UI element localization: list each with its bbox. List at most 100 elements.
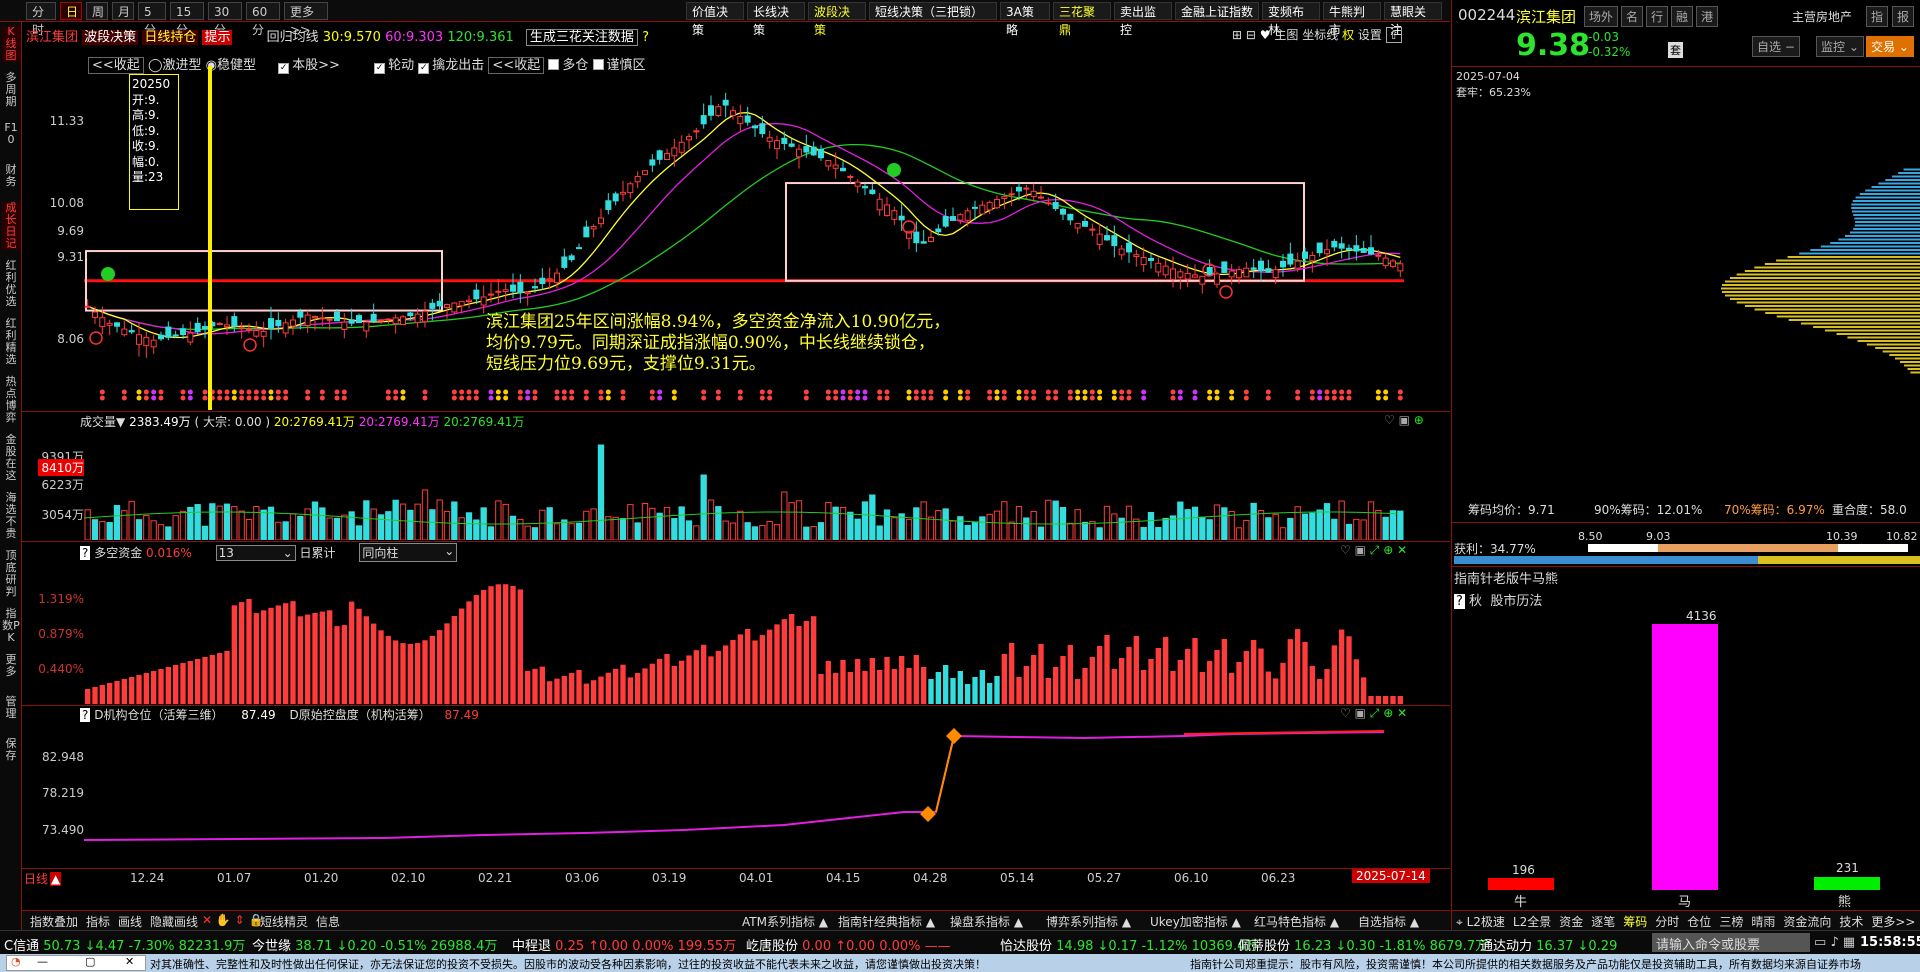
period-tab-2[interactable]: 周 bbox=[86, 2, 108, 20]
heart-icon[interactable]: ♡ bbox=[1340, 543, 1351, 557]
minus-icon[interactable]: ⊟ bbox=[1246, 28, 1256, 42]
generate-button[interactable]: 生成三花关注数据 bbox=[525, 29, 638, 46]
stock-name[interactable]: 滨江集团 bbox=[26, 30, 78, 45]
ticker-item[interactable]: 佩蒂股份 16.23 ↓0.30 -1.81% 8679.7万 bbox=[1238, 935, 1488, 954]
volume-label[interactable]: 成交量▼ bbox=[80, 415, 125, 429]
pin-icon[interactable]: ⌖ bbox=[1456, 915, 1467, 929]
left-nav-item-9[interactable]: 海选不贵 bbox=[2, 492, 20, 540]
bottom-tool-5[interactable]: 信息 bbox=[316, 913, 340, 930]
stock-tab-0[interactable]: 场外 bbox=[1584, 6, 1619, 27]
heart-icon[interactable]: ♡ bbox=[1340, 706, 1351, 720]
indicator-series-4[interactable]: Ukey加密指标 ▲ bbox=[1150, 913, 1241, 930]
btn-report[interactable]: 报 bbox=[1892, 6, 1915, 27]
watchlist-button[interactable]: 自选 − bbox=[1752, 36, 1800, 57]
indicator-series-0[interactable]: ATM系列指标 ▲ bbox=[742, 913, 828, 930]
bottom-tool-3[interactable]: 隐藏画线 bbox=[150, 913, 198, 930]
monitor-icon[interactable]: ▭ bbox=[1814, 935, 1826, 950]
move-icon[interactable]: ⤢ bbox=[1370, 706, 1380, 720]
grid-icon[interactable]: ▦ bbox=[1843, 935, 1855, 950]
heart-icon[interactable]: ♡ bbox=[1384, 413, 1395, 427]
money-chart[interactable] bbox=[84, 560, 1450, 704]
bottom-tool-0[interactable]: 指数叠加 bbox=[30, 913, 78, 930]
right-tab-0[interactable]: L2极速 bbox=[1467, 915, 1505, 929]
left-nav-item-1[interactable]: 多周期 bbox=[2, 72, 20, 108]
left-nav-item-2[interactable]: F10 bbox=[2, 122, 20, 146]
command-input[interactable]: 请输入命令或股票 bbox=[1652, 933, 1810, 953]
left-nav-item-0[interactable]: K线图 bbox=[2, 26, 20, 62]
help-icon[interactable]: ? bbox=[642, 30, 649, 45]
left-nav-item-6[interactable]: 红利精选 bbox=[2, 318, 20, 366]
inst-chart[interactable] bbox=[84, 720, 1450, 870]
indicator-series-2[interactable]: 操盘系指标 ▲ bbox=[950, 913, 1023, 930]
func-tab-7[interactable]: 金融上证指数 bbox=[1175, 2, 1259, 20]
bottom-tool-1[interactable]: 指标 bbox=[86, 913, 110, 930]
right-tab-8[interactable]: 晴雨 bbox=[1751, 915, 1775, 929]
zoom-icon[interactable]: ⊕ bbox=[1383, 706, 1393, 720]
left-nav-item-12[interactable]: 更多 bbox=[2, 654, 20, 678]
stock-tab-4[interactable]: 港 bbox=[1696, 6, 1719, 27]
btn-index[interactable]: 指 bbox=[1866, 6, 1889, 27]
period-tab-4[interactable]: 5分 bbox=[138, 2, 166, 37]
ticker-item[interactable]: 恰达股份 14.98 ↓0.17 -1.12% 10369.4万 bbox=[1000, 935, 1258, 954]
left-nav-item-13[interactable]: 管理 bbox=[2, 696, 20, 720]
func-tab-6[interactable]: 卖出监控 bbox=[1114, 2, 1172, 37]
right-tab-11[interactable]: 更多>> bbox=[1871, 915, 1915, 929]
right-tab-2[interactable]: 资金 bbox=[1559, 915, 1583, 929]
stock-tab-2[interactable]: 行 bbox=[1646, 6, 1669, 27]
right-tab-3[interactable]: 逐笔 bbox=[1591, 915, 1615, 929]
left-nav-item-11[interactable]: 指数PK bbox=[2, 608, 20, 644]
period-tab-0[interactable]: 分时 bbox=[26, 2, 56, 37]
func-tab-1[interactable]: 长线决策 bbox=[747, 2, 805, 37]
help-icon[interactable]: ? bbox=[80, 546, 91, 560]
right-tab-9[interactable]: 资金流向 bbox=[1783, 915, 1831, 929]
right-tab-1[interactable]: L2全景 bbox=[1513, 915, 1551, 929]
hint-button[interactable]: 提示 bbox=[202, 30, 233, 45]
maximize-icon[interactable]: ⇧ bbox=[1385, 27, 1402, 43]
stock-tab-1[interactable]: 名 bbox=[1621, 6, 1644, 27]
func-tab-3[interactable]: 短线决策（三把锁） bbox=[869, 2, 997, 20]
period-select[interactable]: 13 ⌄ bbox=[215, 545, 296, 561]
close-icon[interactable]: ✕ bbox=[1397, 543, 1407, 557]
period-tab-3[interactable]: 月 bbox=[112, 2, 134, 20]
left-nav-item-8[interactable]: 金股在这 bbox=[2, 434, 20, 482]
bottom-tool-4[interactable]: 短线精灵 bbox=[260, 913, 308, 930]
save-icon[interactable]: ▣ bbox=[1399, 413, 1410, 427]
ticker-item[interactable]: 中程退 0.25 ↑0.00 0.00% 199.55万 bbox=[512, 935, 736, 954]
monitor-button[interactable]: 监控 ⌄ bbox=[1816, 36, 1864, 57]
zoom-icon[interactable]: ⊕ bbox=[1414, 413, 1424, 427]
zoom-icon[interactable]: ⊕ bbox=[1383, 543, 1393, 557]
right-tab-4[interactable]: 筹码 bbox=[1623, 915, 1647, 929]
close-icon[interactable]: ✕ bbox=[125, 955, 134, 968]
func-tab-5[interactable]: 三花聚鼎 bbox=[1053, 2, 1111, 37]
func-tab-10[interactable]: 慧眼关注 bbox=[1384, 2, 1442, 37]
minimize-icon[interactable]: — bbox=[37, 955, 48, 968]
indicator-series-6[interactable]: 自选指标 ▲ bbox=[1358, 913, 1419, 930]
ticker-item[interactable]: 今世缘 38.71 ↓0.20 -0.51% 26988.4万 bbox=[252, 935, 497, 954]
money-label[interactable]: 多空资金 bbox=[94, 546, 142, 560]
period-tab-7[interactable]: 60分 bbox=[246, 2, 280, 37]
left-nav-item-3[interactable]: 财务 bbox=[2, 164, 20, 188]
trade-button[interactable]: 交易 ⌄ bbox=[1866, 36, 1914, 57]
save-icon[interactable]: ▣ bbox=[1355, 706, 1366, 720]
save-icon[interactable]: ▣ bbox=[1355, 543, 1366, 557]
rights-button[interactable]: 权 bbox=[1342, 28, 1354, 42]
period-tab-6[interactable]: 30分 bbox=[208, 2, 242, 37]
func-tab-9[interactable]: 牛熊判市 bbox=[1323, 2, 1381, 37]
volume-chart[interactable] bbox=[84, 430, 1450, 540]
right-tab-10[interactable]: 技术 bbox=[1839, 915, 1863, 929]
close-icon[interactable]: ✕ bbox=[1397, 706, 1407, 720]
func-tab-2[interactable]: 波段决策 bbox=[808, 2, 866, 37]
stock-tab-3[interactable]: 融 bbox=[1671, 6, 1694, 27]
left-nav-item-7[interactable]: 热点博弈 bbox=[2, 376, 20, 424]
left-nav-item-5[interactable]: 红利优选 bbox=[2, 260, 20, 308]
period-tab-8[interactable]: 更多>> bbox=[284, 2, 328, 37]
add-icon[interactable]: ⊞ bbox=[1232, 28, 1242, 42]
bottom-tool-2[interactable]: 画线 bbox=[118, 913, 142, 930]
left-nav-item-14[interactable]: 保存 bbox=[2, 738, 20, 762]
right-tab-5[interactable]: 分时 bbox=[1655, 915, 1679, 929]
left-nav-item-10[interactable]: 顶底研判 bbox=[2, 550, 20, 598]
tab-wave[interactable]: 波段决策 bbox=[82, 30, 139, 45]
period-tab-5[interactable]: 15分 bbox=[170, 2, 204, 37]
tab-position[interactable]: 日线持仓 bbox=[142, 30, 199, 45]
restore-icon[interactable]: ▢ bbox=[85, 955, 95, 968]
